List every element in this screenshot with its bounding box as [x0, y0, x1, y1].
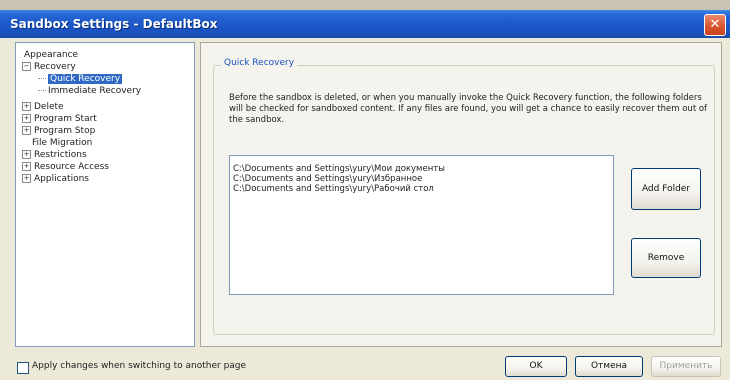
apply-on-switch-label: Apply changes when switching to another …: [32, 361, 247, 371]
tree-item-label: Applications: [34, 174, 89, 184]
add-folder-button[interactable]: Add Folder: [631, 168, 701, 210]
tree-item-label: Immediate Recovery: [48, 86, 142, 96]
tree-item-label: Quick Recovery: [48, 74, 123, 84]
dialog-client-area: Appearance − Recovery Quick Recovery Imme…: [5, 42, 725, 378]
collapse-icon[interactable]: −: [22, 62, 31, 71]
settings-tree[interactable]: Appearance − Recovery Quick Recovery Imme…: [15, 42, 195, 347]
list-item[interactable]: C:\Documents and Settings\yury\Мои докум…: [230, 164, 613, 174]
tree-connector: [38, 89, 46, 92]
description-text: Before the sandbox is deleted, or when y…: [229, 93, 708, 125]
apply-button[interactable]: Применить: [651, 356, 721, 377]
tree-item-restrictions[interactable]: + Restrictions: [22, 149, 87, 161]
tree-item-resource-access[interactable]: + Resource Access: [22, 161, 109, 173]
title-bar[interactable]: Sandbox Settings - DefaultBox ✕: [0, 10, 730, 38]
expand-icon[interactable]: +: [22, 174, 31, 183]
tree-item-label: Restrictions: [34, 150, 87, 160]
tree-item-label: File Migration: [32, 138, 93, 148]
settings-page-panel: Quick Recovery Before the sandbox is del…: [200, 42, 722, 347]
close-icon: ✕: [709, 17, 721, 32]
close-button[interactable]: ✕: [704, 14, 726, 36]
tree-item-file-migration[interactable]: File Migration: [32, 137, 92, 149]
tree-item-recovery[interactable]: − Recovery: [22, 61, 76, 73]
expand-icon[interactable]: +: [22, 126, 31, 135]
expand-icon[interactable]: +: [22, 162, 31, 171]
tree-connector: [38, 77, 46, 80]
tree-item-applications[interactable]: + Applications: [22, 173, 89, 185]
cancel-button[interactable]: Отмена: [575, 356, 643, 377]
window-title: Sandbox Settings - DefaultBox: [10, 17, 218, 31]
sandbox-settings-window: Sandbox Settings - DefaultBox ✕ Appearan…: [0, 10, 730, 380]
tree-item-quick-recovery[interactable]: Quick Recovery: [38, 73, 123, 85]
tree-item-immediate-recovery[interactable]: Immediate Recovery: [38, 85, 141, 97]
tree-item-label: Program Start: [34, 114, 97, 124]
tree-item-program-start[interactable]: + Program Start: [22, 113, 97, 125]
tree-item-delete[interactable]: + Delete: [22, 101, 64, 113]
recovery-folder-list[interactable]: C:\Documents and Settings\yury\Мои докум…: [229, 155, 614, 295]
tree-item-program-stop[interactable]: + Program Stop: [22, 125, 95, 137]
tree-item-label: Program Stop: [34, 126, 96, 136]
expand-icon[interactable]: +: [22, 102, 31, 111]
expand-icon[interactable]: +: [22, 114, 31, 123]
tree-item-label: Resource Access: [34, 162, 109, 172]
list-item[interactable]: C:\Documents and Settings\yury\Избранное: [230, 174, 613, 184]
tree-item-label: Appearance: [24, 50, 79, 60]
tree-item-label: Recovery: [34, 62, 76, 72]
expand-icon[interactable]: +: [22, 150, 31, 159]
tree-item-label: Delete: [34, 102, 64, 112]
tree-item-appearance[interactable]: Appearance: [24, 49, 78, 61]
remove-button[interactable]: Remove: [631, 238, 701, 278]
apply-on-switch-checkbox[interactable]: [17, 362, 29, 374]
group-title: Quick Recovery: [221, 58, 298, 68]
list-item[interactable]: C:\Documents and Settings\yury\Рабочий с…: [230, 184, 613, 194]
ok-button[interactable]: OK: [505, 356, 567, 377]
